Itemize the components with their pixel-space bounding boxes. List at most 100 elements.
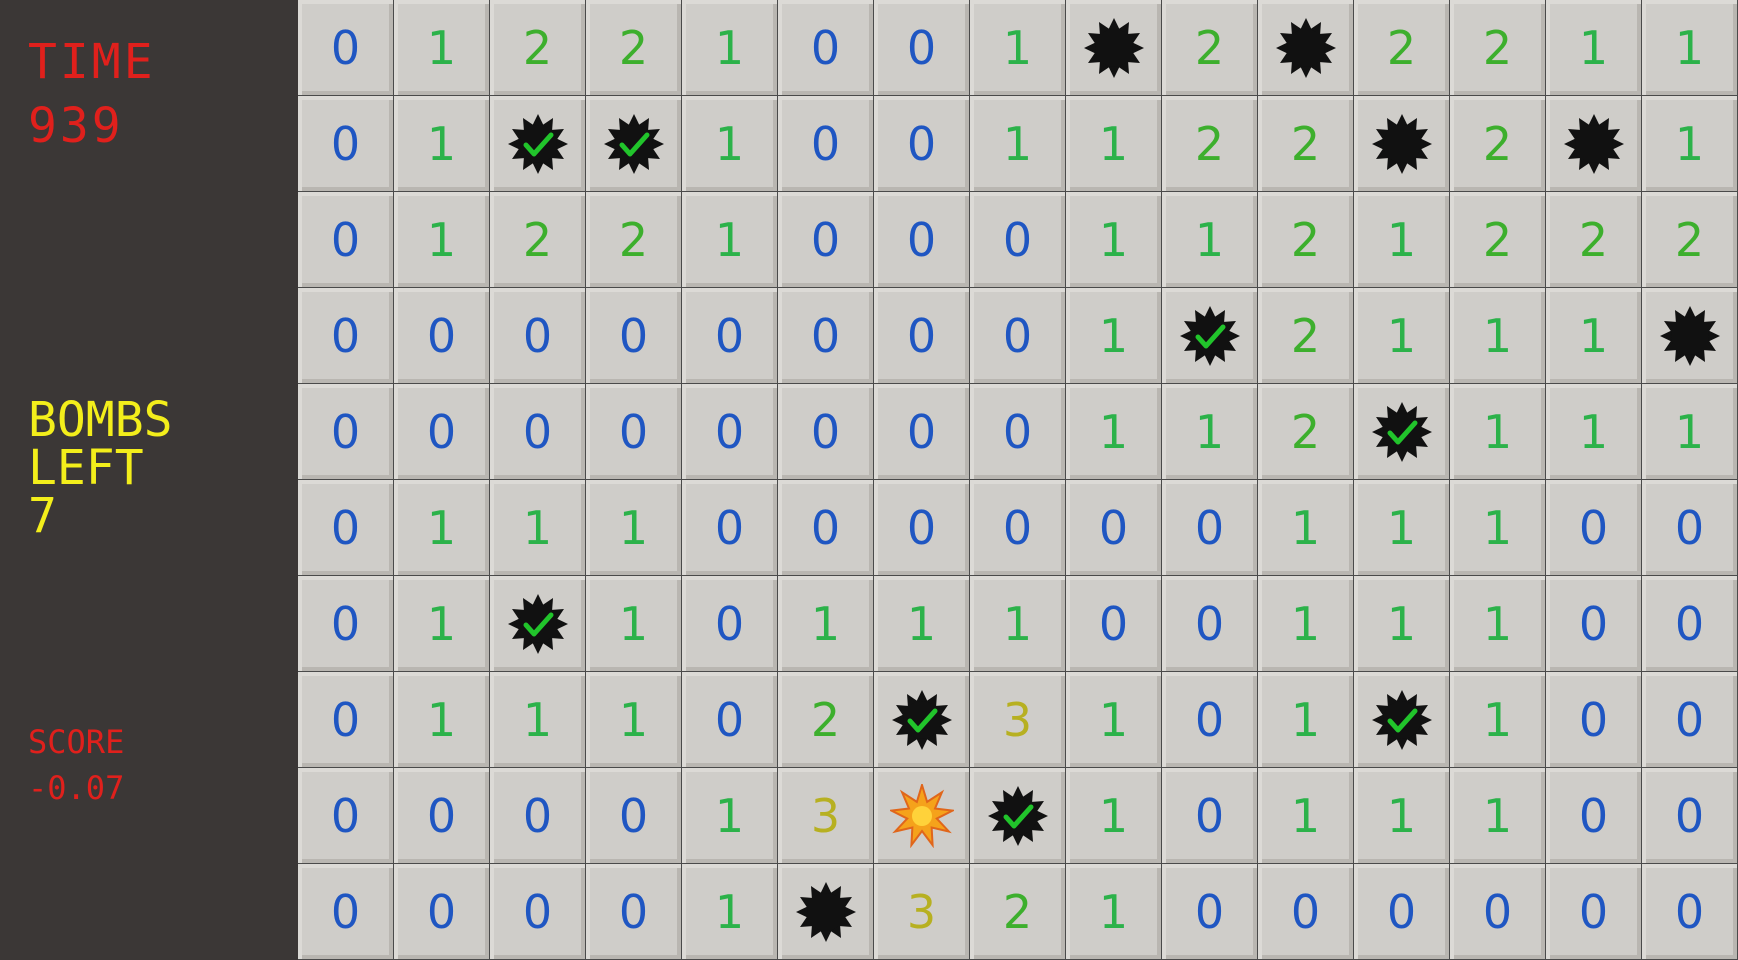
cell-r0-c7[interactable]: 1 [970, 0, 1066, 96]
cell-r4-c0[interactable]: 0 [298, 384, 394, 480]
cell-r3-c1[interactable]: 0 [394, 288, 490, 384]
cell-r1-c10[interactable]: 2 [1258, 96, 1354, 192]
cell-r7-c5[interactable]: 2 [778, 672, 874, 768]
cell-r3-c10[interactable]: 2 [1258, 288, 1354, 384]
cell-r4-c12[interactable]: 1 [1450, 384, 1546, 480]
cell-r4-c13[interactable]: 1 [1546, 384, 1642, 480]
cell-r9-c2[interactable]: 0 [490, 864, 586, 960]
cell-r6-c3[interactable]: 1 [586, 576, 682, 672]
cell-r1-c2[interactable] [490, 96, 586, 192]
cell-r8-c7[interactable] [970, 768, 1066, 864]
cell-r5-c6[interactable]: 0 [874, 480, 970, 576]
cell-r2-c10[interactable]: 2 [1258, 192, 1354, 288]
cell-r5-c11[interactable]: 1 [1354, 480, 1450, 576]
cell-r7-c10[interactable]: 1 [1258, 672, 1354, 768]
cell-r5-c9[interactable]: 0 [1162, 480, 1258, 576]
cell-r8-c9[interactable]: 0 [1162, 768, 1258, 864]
cell-r9-c10[interactable]: 0 [1258, 864, 1354, 960]
cell-r8-c13[interactable]: 0 [1546, 768, 1642, 864]
cell-r9-c8[interactable]: 1 [1066, 864, 1162, 960]
cell-r5-c13[interactable]: 0 [1546, 480, 1642, 576]
cell-r9-c3[interactable]: 0 [586, 864, 682, 960]
cell-r5-c0[interactable]: 0 [298, 480, 394, 576]
cell-r7-c14[interactable]: 0 [1642, 672, 1738, 768]
cell-r1-c3[interactable] [586, 96, 682, 192]
cell-r8-c12[interactable]: 1 [1450, 768, 1546, 864]
cell-r7-c9[interactable]: 0 [1162, 672, 1258, 768]
cell-r0-c0[interactable]: 0 [298, 0, 394, 96]
cell-r9-c12[interactable]: 0 [1450, 864, 1546, 960]
cell-r0-c12[interactable]: 2 [1450, 0, 1546, 96]
cell-r8-c10[interactable]: 1 [1258, 768, 1354, 864]
cell-r2-c14[interactable]: 2 [1642, 192, 1738, 288]
cell-r3-c2[interactable]: 0 [490, 288, 586, 384]
cell-r0-c3[interactable]: 2 [586, 0, 682, 96]
cell-r8-c11[interactable]: 1 [1354, 768, 1450, 864]
cell-r3-c14[interactable] [1642, 288, 1738, 384]
cell-r9-c13[interactable]: 0 [1546, 864, 1642, 960]
cell-r6-c11[interactable]: 1 [1354, 576, 1450, 672]
cell-r1-c6[interactable]: 0 [874, 96, 970, 192]
cell-r6-c6[interactable]: 1 [874, 576, 970, 672]
cell-r1-c1[interactable]: 1 [394, 96, 490, 192]
cell-r2-c6[interactable]: 0 [874, 192, 970, 288]
cell-r6-c10[interactable]: 1 [1258, 576, 1354, 672]
cell-r5-c10[interactable]: 1 [1258, 480, 1354, 576]
cell-r4-c6[interactable]: 0 [874, 384, 970, 480]
cell-r1-c8[interactable]: 1 [1066, 96, 1162, 192]
cell-r7-c0[interactable]: 0 [298, 672, 394, 768]
cell-r9-c7[interactable]: 2 [970, 864, 1066, 960]
cell-r5-c2[interactable]: 1 [490, 480, 586, 576]
cell-r5-c4[interactable]: 0 [682, 480, 778, 576]
cell-r1-c14[interactable]: 1 [1642, 96, 1738, 192]
cell-r5-c5[interactable]: 0 [778, 480, 874, 576]
cell-r6-c9[interactable]: 0 [1162, 576, 1258, 672]
cell-r0-c1[interactable]: 1 [394, 0, 490, 96]
cell-r0-c6[interactable]: 0 [874, 0, 970, 96]
cell-r0-c13[interactable]: 1 [1546, 0, 1642, 96]
cell-r7-c1[interactable]: 1 [394, 672, 490, 768]
cell-r9-c0[interactable]: 0 [298, 864, 394, 960]
cell-r9-c1[interactable]: 0 [394, 864, 490, 960]
cell-r3-c0[interactable]: 0 [298, 288, 394, 384]
cell-r2-c1[interactable]: 1 [394, 192, 490, 288]
cell-r0-c2[interactable]: 2 [490, 0, 586, 96]
cell-r1-c7[interactable]: 1 [970, 96, 1066, 192]
cell-r2-c5[interactable]: 0 [778, 192, 874, 288]
cell-r6-c0[interactable]: 0 [298, 576, 394, 672]
cell-r4-c8[interactable]: 1 [1066, 384, 1162, 480]
cell-r8-c6[interactable] [874, 768, 970, 864]
cell-r3-c13[interactable]: 1 [1546, 288, 1642, 384]
cell-r2-c7[interactable]: 0 [970, 192, 1066, 288]
cell-r3-c5[interactable]: 0 [778, 288, 874, 384]
cell-r8-c2[interactable]: 0 [490, 768, 586, 864]
cell-r4-c14[interactable]: 1 [1642, 384, 1738, 480]
cell-r3-c7[interactable]: 0 [970, 288, 1066, 384]
cell-r4-c7[interactable]: 0 [970, 384, 1066, 480]
cell-r5-c7[interactable]: 0 [970, 480, 1066, 576]
cell-r3-c9[interactable] [1162, 288, 1258, 384]
cell-r5-c14[interactable]: 0 [1642, 480, 1738, 576]
cell-r7-c2[interactable]: 1 [490, 672, 586, 768]
cell-r4-c2[interactable]: 0 [490, 384, 586, 480]
cell-r1-c9[interactable]: 2 [1162, 96, 1258, 192]
cell-r0-c10[interactable] [1258, 0, 1354, 96]
cell-r2-c3[interactable]: 2 [586, 192, 682, 288]
cell-r1-c13[interactable] [1546, 96, 1642, 192]
cell-r6-c4[interactable]: 0 [682, 576, 778, 672]
cell-r7-c3[interactable]: 1 [586, 672, 682, 768]
cell-r1-c5[interactable]: 0 [778, 96, 874, 192]
cell-r1-c11[interactable] [1354, 96, 1450, 192]
cell-r4-c9[interactable]: 1 [1162, 384, 1258, 480]
cell-r7-c4[interactable]: 0 [682, 672, 778, 768]
cell-r8-c3[interactable]: 0 [586, 768, 682, 864]
cell-r0-c5[interactable]: 0 [778, 0, 874, 96]
cell-r2-c12[interactable]: 2 [1450, 192, 1546, 288]
cell-r2-c4[interactable]: 1 [682, 192, 778, 288]
cell-r6-c7[interactable]: 1 [970, 576, 1066, 672]
cell-r2-c13[interactable]: 2 [1546, 192, 1642, 288]
cell-r8-c8[interactable]: 1 [1066, 768, 1162, 864]
cell-r0-c14[interactable]: 1 [1642, 0, 1738, 96]
cell-r5-c3[interactable]: 1 [586, 480, 682, 576]
cell-r5-c8[interactable]: 0 [1066, 480, 1162, 576]
